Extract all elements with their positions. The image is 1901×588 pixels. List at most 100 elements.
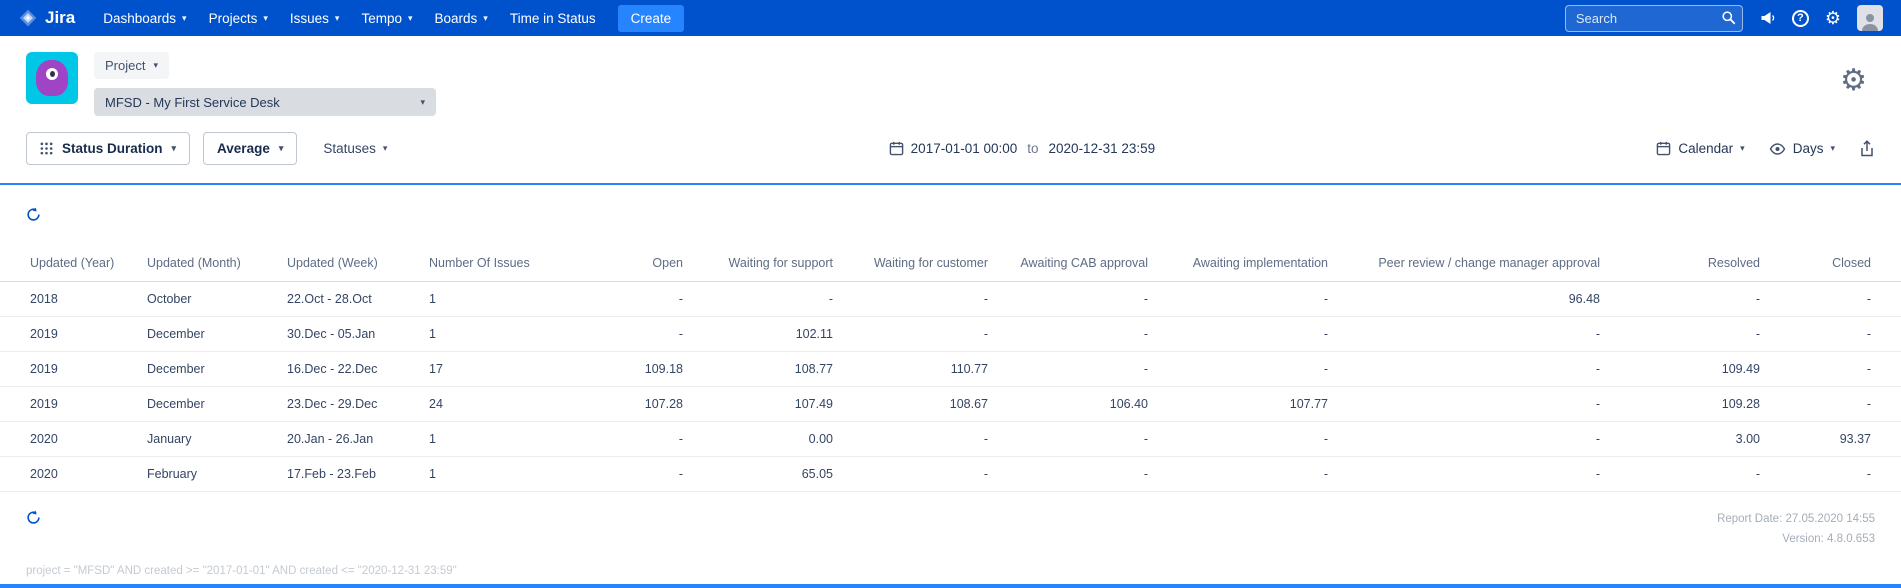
table-cell: 1 xyxy=(417,456,567,492)
table-cell: - xyxy=(1000,351,1160,387)
aggregation-dropdown[interactable]: Average ▾ xyxy=(203,132,298,165)
table-cell: - xyxy=(1000,281,1160,317)
table-cell: 22.Oct - 28.Oct xyxy=(275,281,417,317)
calendar-icon xyxy=(1657,141,1671,156)
table-cell: - xyxy=(1340,386,1612,422)
table-cell: October xyxy=(135,281,275,317)
aggregation-label: Average xyxy=(217,141,270,156)
refresh-icon[interactable] xyxy=(26,207,41,222)
table-cell: - xyxy=(1340,351,1612,387)
nav-item-issues[interactable]: Issues ▾ xyxy=(280,0,350,36)
column-header: Waiting for support xyxy=(695,245,845,282)
table-cell: 109.18 xyxy=(567,351,695,387)
nav-item-label: Boards xyxy=(434,10,478,26)
report-date: Report Date: 27.05.2020 14:55 xyxy=(1717,513,1875,525)
calendar-type-dropdown[interactable]: Calendar ▾ xyxy=(1656,141,1745,156)
column-header: Updated (Week) xyxy=(275,245,417,282)
chevron-down-icon: ▾ xyxy=(334,12,340,23)
table-cell: 0.00 xyxy=(695,421,845,457)
column-header: Waiting for customer xyxy=(845,245,1000,282)
table-cell: December xyxy=(135,386,275,422)
chevron-down-icon: ▾ xyxy=(483,12,488,23)
report-footer: Report Date: 27.05.2020 14:55 Version: 4… xyxy=(0,492,1901,549)
project-selectors: Project ▾ MFSD - My First Service Desk ▾ xyxy=(94,52,436,116)
table-cell: 30.Dec - 05.Jan xyxy=(275,316,417,352)
project-type-dropdown[interactable]: Project ▾ xyxy=(94,52,169,79)
table-cell: 107.49 xyxy=(695,386,845,422)
nav-item-projects[interactable]: Projects ▾ xyxy=(199,0,278,36)
jira-home-link[interactable]: Jira xyxy=(18,8,75,28)
calendar-icon xyxy=(889,141,903,156)
create-button[interactable]: Create xyxy=(617,4,685,32)
unit-label: Days xyxy=(1792,141,1824,156)
table-cell: February xyxy=(135,456,275,492)
nav-item-time-in-status[interactable]: Time in Status xyxy=(500,0,606,36)
table-cell: 109.28 xyxy=(1612,386,1772,422)
nav-item-label: Dashboards xyxy=(103,10,177,26)
report-toolbar: Status Duration ▾ Average ▾ Statuses ▾ 2… xyxy=(0,116,1901,165)
search-input[interactable] xyxy=(1564,4,1743,32)
table-cell: - xyxy=(1160,351,1340,387)
unit-dropdown[interactable]: Days ▾ xyxy=(1769,141,1835,156)
table-cell: - xyxy=(1340,421,1612,457)
nav-item-dashboards[interactable]: Dashboards ▾ xyxy=(93,0,196,36)
table-cell: 65.05 xyxy=(695,456,845,492)
project-select[interactable]: MFSD - My First Service Desk ▾ xyxy=(94,88,436,116)
table-cell: - xyxy=(1612,456,1772,492)
statuses-dropdown[interactable]: Statuses ▾ xyxy=(323,141,387,156)
table-cell: - xyxy=(1160,456,1340,492)
table-cell: 17 xyxy=(417,351,567,387)
table-row: 2018 October 22.Oct - 28.Oct 1- - - - -96.48- - xyxy=(0,281,1901,317)
report-header-panel: Project ▾ MFSD - My First Service Desk ▾… xyxy=(0,36,1901,185)
table-cell: - xyxy=(1000,421,1160,457)
table-cell: 93.37 xyxy=(1772,421,1901,457)
table-cell: - xyxy=(1340,316,1612,352)
jira-logo-icon xyxy=(19,9,37,27)
date-to: 2020-12-31 23:59 xyxy=(1048,141,1156,156)
chevron-down-icon: ▾ xyxy=(407,12,413,23)
column-header: Number Of Issues xyxy=(417,245,567,282)
date-range[interactable]: 2017-01-01 00:00 to 2020-12-31 23:59 xyxy=(387,141,1656,156)
table-cell: - xyxy=(567,421,695,457)
chevron-down-icon: ▾ xyxy=(278,143,284,153)
column-header: Awaiting CAB approval xyxy=(1000,245,1160,282)
export-icon[interactable] xyxy=(1859,139,1875,158)
announcement-icon[interactable] xyxy=(1759,10,1776,26)
project-avatar xyxy=(26,52,78,104)
chevron-down-icon: ▾ xyxy=(153,60,158,70)
gear-icon[interactable]: ⚙ xyxy=(1825,9,1841,27)
table-cell: 110.77 xyxy=(845,351,1000,387)
status-duration-table: Updated (Year) Updated (Month) Updated (We… xyxy=(0,245,1901,492)
chevron-down-icon: ▾ xyxy=(1740,143,1745,153)
table-cell: 24 xyxy=(417,386,567,422)
user-avatar[interactable] xyxy=(1857,5,1883,31)
table-cell: - xyxy=(845,316,1000,352)
nav-item-boards[interactable]: Boards ▾ xyxy=(425,0,498,36)
nav-item-label: Tempo xyxy=(361,10,402,26)
table-cell: 2019 xyxy=(0,351,135,387)
search-icon[interactable] xyxy=(1721,10,1736,30)
report-body: Updated (Year) Updated (Month) Updated (We… xyxy=(0,185,1901,577)
chevron-down-icon: ▾ xyxy=(1830,143,1835,153)
report-meta: Report Date: 27.05.2020 14:55 Version: 4… xyxy=(1717,510,1875,549)
date-separator: to xyxy=(1027,141,1039,156)
table-cell: 108.67 xyxy=(845,386,1000,422)
table-cell: - xyxy=(1772,351,1901,387)
gadget-settings-gear-icon[interactable]: ⚙ xyxy=(1840,66,1867,96)
help-icon[interactable]: ? xyxy=(1791,9,1809,27)
column-header: Updated (Year) xyxy=(0,245,135,282)
nav-item-tempo[interactable]: Tempo ▾ xyxy=(351,0,422,36)
refresh-icon[interactable] xyxy=(26,510,41,525)
toolbar-right-controls: Calendar ▾ Days ▾ xyxy=(1656,139,1875,158)
column-header: Awaiting implementation xyxy=(1160,245,1340,282)
report-type-dropdown[interactable]: Status Duration ▾ xyxy=(26,132,191,165)
project-select-value: MFSD - My First Service Desk xyxy=(105,94,280,110)
table-cell: 109.49 xyxy=(1612,351,1772,387)
search-box xyxy=(1564,4,1743,32)
table-cell: - xyxy=(1772,316,1901,352)
project-type-label: Project xyxy=(105,58,146,73)
table-row: 2020 January 20.Jan - 26.Jan 1-0.00- - - -3.00… xyxy=(0,421,1901,457)
table-cell: - xyxy=(1160,421,1340,457)
nav-item-label: Issues xyxy=(289,10,329,26)
table-cell: - xyxy=(1000,456,1160,492)
